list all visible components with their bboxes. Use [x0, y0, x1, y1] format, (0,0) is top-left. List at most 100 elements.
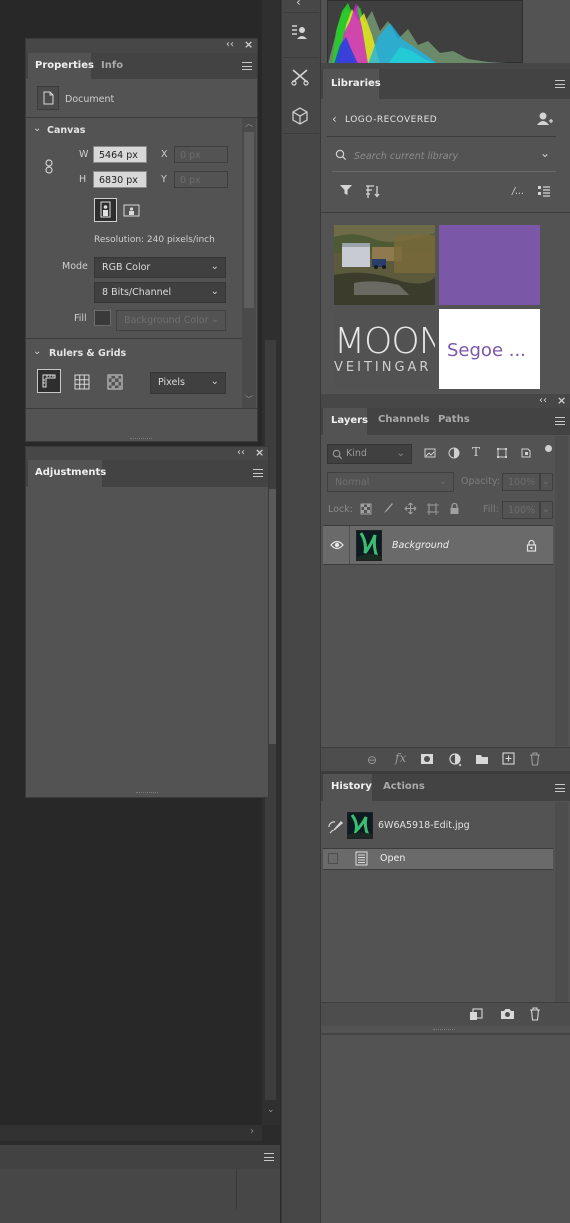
- libraries-menu-icon[interactable]: [555, 80, 565, 88]
- new-document-from-state-icon[interactable]: [469, 1008, 483, 1021]
- history-brush-icon[interactable]: [327, 819, 343, 835]
- invite-user-icon[interactable]: [536, 110, 554, 128]
- layer-mask-icon[interactable]: [420, 753, 434, 765]
- history-state-name[interactable]: Open: [380, 853, 405, 864]
- tab-channels[interactable]: Channels: [378, 414, 430, 425]
- collapse-panel-icon[interactable]: ‹‹: [539, 396, 547, 406]
- lock-artboard-icon[interactable]: [426, 502, 439, 518]
- collapse-panel-icon[interactable]: ‹‹: [226, 40, 234, 50]
- sort-icon[interactable]: [365, 183, 381, 199]
- delete-layer-icon[interactable]: [529, 752, 541, 766]
- horizontal-scrollbar[interactable]: [0, 1125, 262, 1141]
- library-item-photo[interactable]: [334, 225, 435, 305]
- scroll-down-icon[interactable]: ⌄: [267, 1106, 275, 1115]
- chevron-left-icon[interactable]: ‹: [296, 0, 301, 8]
- rulers-toggle-button[interactable]: [37, 369, 61, 393]
- layer-style-icon[interactable]: fx: [395, 752, 406, 764]
- link-layers-icon[interactable]: ⊖: [367, 754, 377, 766]
- y-field[interactable]: 0 px: [174, 171, 228, 188]
- tab-history[interactable]: History: [323, 774, 372, 801]
- tab-properties[interactable]: Properties: [28, 53, 94, 79]
- fill-dropdown[interactable]: ⌄: [540, 501, 553, 519]
- x-field[interactable]: 0 px: [174, 146, 228, 163]
- chevron-down-icon[interactable]: ⌄: [33, 347, 41, 357]
- lock-position-icon[interactable]: [404, 502, 417, 518]
- new-snapshot-icon[interactable]: [500, 1008, 515, 1020]
- lock-image-pixels-icon[interactable]: [382, 502, 394, 517]
- new-layer-icon[interactable]: [502, 752, 515, 765]
- units-select[interactable]: Pixels ⌄: [150, 372, 226, 394]
- layer-visibility-icon[interactable]: [330, 540, 344, 550]
- close-panel-icon[interactable]: ×: [244, 39, 253, 50]
- history-scrollbar[interactable]: [555, 802, 568, 1002]
- resize-grip[interactable]: [433, 1029, 455, 1032]
- chevron-left-icon[interactable]: ‹: [332, 113, 337, 125]
- filter-icon[interactable]: [339, 183, 353, 197]
- bottom-panel-menu-icon[interactable]: [264, 1153, 274, 1161]
- adjustments-menu-icon[interactable]: [253, 469, 263, 477]
- height-field[interactable]: 6830 px: [93, 171, 147, 188]
- filter-toggle-icon[interactable]: [545, 445, 552, 452]
- filter-shape-icon[interactable]: [496, 447, 508, 462]
- close-panel-icon[interactable]: ×: [557, 395, 566, 406]
- library-item-logo[interactable]: MOON VEITINGAR: [334, 309, 435, 389]
- landscape-orientation-button[interactable]: [121, 200, 143, 221]
- list-view-icon[interactable]: [537, 184, 551, 198]
- layer-kind-filter[interactable]: Kind ⌄: [327, 444, 412, 464]
- adjustments-scrollbar[interactable]: [269, 489, 276, 744]
- chevron-down-icon[interactable]: ⌄: [33, 124, 41, 134]
- scroll-down-icon[interactable]: ﹀: [245, 396, 253, 404]
- delete-state-icon[interactable]: [529, 1007, 541, 1021]
- properties-menu-icon[interactable]: [242, 62, 252, 70]
- filter-pixel-icon[interactable]: [424, 447, 436, 462]
- layers-scrollbar[interactable]: [555, 436, 568, 746]
- new-group-icon[interactable]: [475, 753, 489, 765]
- fill-color-swatch[interactable]: [94, 310, 111, 326]
- opacity-field[interactable]: 100%: [502, 473, 540, 491]
- bit-depth-select[interactable]: 8 Bits/Channel ⌄: [94, 282, 226, 303]
- opacity-dropdown[interactable]: ⌄: [540, 473, 553, 491]
- filter-smart-object-icon[interactable]: [520, 447, 532, 462]
- tab-adjustments[interactable]: Adjustments: [28, 460, 106, 487]
- filter-type-icon[interactable]: T: [472, 446, 480, 458]
- sort-options-text[interactable]: /...: [512, 186, 524, 197]
- adjustment-layer-icon[interactable]: [449, 753, 463, 767]
- fill-field[interactable]: 100%: [502, 501, 540, 519]
- resize-grip[interactable]: [136, 792, 158, 795]
- blend-mode-select[interactable]: Normal ⌄: [327, 472, 454, 492]
- pixel-grid-toggle-button[interactable]: [105, 372, 125, 392]
- tab-paths[interactable]: Paths: [438, 414, 470, 425]
- tab-actions[interactable]: Actions: [383, 781, 425, 792]
- layer-name[interactable]: Background: [392, 540, 449, 551]
- tool-presets-icon[interactable]: [290, 66, 310, 88]
- snapshot-name[interactable]: 6W6A5918-Edit.jpg: [378, 820, 470, 831]
- history-state-source-checkbox[interactable]: [328, 853, 338, 864]
- lock-transparent-pixels-icon[interactable]: [360, 503, 372, 518]
- layer-lock-icon[interactable]: [526, 539, 537, 552]
- fill-select[interactable]: Background Color ⌄: [116, 310, 226, 331]
- tab-layers[interactable]: Layers: [323, 408, 368, 435]
- resize-grip[interactable]: [130, 438, 152, 441]
- width-field[interactable]: 5464 px: [93, 146, 147, 163]
- scroll-right-icon[interactable]: ›: [250, 1127, 254, 1137]
- library-name[interactable]: LOGO-RECOVERED: [345, 115, 437, 125]
- library-search-input[interactable]: Search current library: [354, 151, 458, 162]
- properties-scrollbar-thumb[interactable]: [244, 132, 254, 308]
- paragraph-styles-icon[interactable]: [290, 22, 310, 44]
- tab-libraries[interactable]: Libraries: [323, 69, 381, 99]
- 3d-icon[interactable]: [290, 105, 310, 127]
- lock-all-icon[interactable]: [449, 502, 460, 518]
- history-menu-icon[interactable]: [555, 784, 565, 792]
- library-item-color-swatch[interactable]: [439, 225, 540, 305]
- library-item-character-style[interactable]: Segoe ...: [439, 309, 540, 389]
- rulers-grids-section-title[interactable]: Rulers & Grids: [49, 348, 126, 359]
- portrait-orientation-button[interactable]: [94, 198, 117, 222]
- link-dimensions-icon[interactable]: [43, 158, 55, 179]
- canvas-section-title[interactable]: Canvas: [47, 125, 85, 136]
- layers-menu-icon[interactable]: [555, 417, 565, 425]
- filter-adjustment-icon[interactable]: [448, 447, 460, 462]
- scroll-up-icon[interactable]: ︿: [245, 120, 253, 128]
- tab-info[interactable]: Info: [101, 60, 123, 71]
- grid-toggle-button[interactable]: [72, 372, 92, 392]
- collapse-panel-icon[interactable]: ‹‹: [237, 448, 245, 458]
